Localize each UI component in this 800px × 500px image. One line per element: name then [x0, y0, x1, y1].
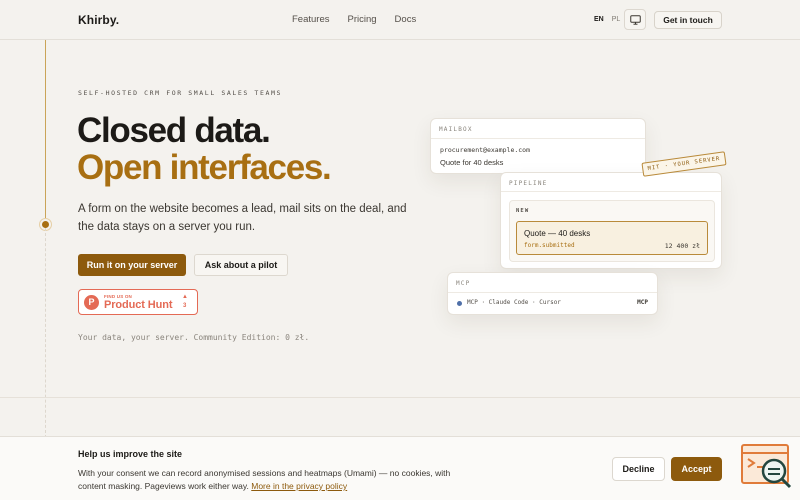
- hero-lede: A form on the website becomes a lead, ma…: [78, 203, 407, 233]
- privacy-policy-link[interactable]: More in the privacy policy: [251, 481, 347, 491]
- hero-footnote: Your data, your server. Community Editio…: [78, 333, 310, 342]
- hero-eyebrow: SELF-HOSTED CRM FOR SMALL SALES TEAMS: [78, 89, 282, 97]
- cookie-title: Help us improve the site: [78, 449, 183, 459]
- help-widget[interactable]: [740, 443, 794, 491]
- mcp-label: MCP: [456, 280, 471, 287]
- mcp-card: MCP MCP · Claude Code · Cursor MCP: [447, 272, 658, 315]
- lang-en[interactable]: EN: [594, 16, 604, 23]
- nav-features[interactable]: Features: [292, 14, 330, 25]
- card-divider: [448, 292, 657, 293]
- timeline-dashed-line: [45, 228, 46, 438]
- run-on-server-button[interactable]: Run it on your server: [78, 254, 186, 276]
- site-header: Khirby. Features Pricing Docs EN PL Get …: [0, 0, 800, 40]
- product-hunt-badge[interactable]: P FIND US ON Product Hunt ▲ 3: [78, 289, 198, 315]
- hero-headline-1: Closed data.: [77, 111, 271, 150]
- cookie-banner: Help us improve the site With your conse…: [0, 436, 800, 500]
- deal-title: Quote — 40 desks: [524, 229, 591, 238]
- product-hunt-logo-icon: P: [84, 295, 99, 310]
- upvote-count: 3: [183, 303, 187, 309]
- theme-toggle-button[interactable]: [624, 9, 646, 30]
- card-divider: [431, 138, 645, 139]
- timeline-line: [45, 40, 46, 224]
- pipeline-card: PIPELINE NEW Quote — 40 desks form.submi…: [500, 172, 722, 269]
- monitor-icon: [629, 14, 641, 25]
- deal-event: form.submitted: [524, 242, 575, 249]
- lang-pl[interactable]: PL: [612, 16, 621, 23]
- main-nav: Features Pricing Docs: [292, 14, 416, 25]
- pipeline-label: PIPELINE: [509, 180, 548, 187]
- mcp-clients: MCP · Claude Code · Cursor: [467, 299, 561, 306]
- status-dot: [457, 301, 462, 306]
- mailbox-label: MAILBOX: [439, 126, 473, 133]
- timeline-dot: [42, 221, 49, 228]
- get-in-touch-button[interactable]: Get in touch: [654, 11, 722, 29]
- upvote-icon: ▲: [182, 294, 188, 300]
- pipeline-stage-new: NEW Quote — 40 desks form.submitted 12 4…: [509, 200, 715, 262]
- hero-headline-2: Open interfaces.: [77, 148, 332, 187]
- mailbox-card: MAILBOX procurement@example.com Quote fo…: [430, 118, 646, 174]
- deal-amount: 12 400 zł: [664, 242, 700, 250]
- nav-docs[interactable]: Docs: [395, 14, 417, 25]
- ask-pilot-button[interactable]: Ask about a pilot: [194, 254, 288, 276]
- section-divider: [0, 397, 800, 398]
- card-divider: [501, 191, 721, 192]
- decline-button[interactable]: Decline: [612, 457, 665, 481]
- nav-pricing[interactable]: Pricing: [348, 14, 377, 25]
- stage-label: NEW: [516, 208, 530, 214]
- deal-card: Quote — 40 desks form.submitted 12 400 z…: [516, 221, 708, 255]
- cookie-text: With your consent we can record anonymis…: [78, 467, 478, 493]
- mcp-tag: MCP: [637, 299, 648, 306]
- logo[interactable]: Khirby.: [78, 13, 119, 27]
- mail-subject: Quote for 40 desks: [440, 158, 504, 167]
- terminal-search-icon: [741, 444, 792, 489]
- language-switcher: EN PL: [594, 16, 620, 23]
- mail-from: procurement@example.com: [440, 146, 531, 154]
- product-hunt-name: Product Hunt: [104, 299, 173, 311]
- accept-button[interactable]: Accept: [671, 457, 722, 481]
